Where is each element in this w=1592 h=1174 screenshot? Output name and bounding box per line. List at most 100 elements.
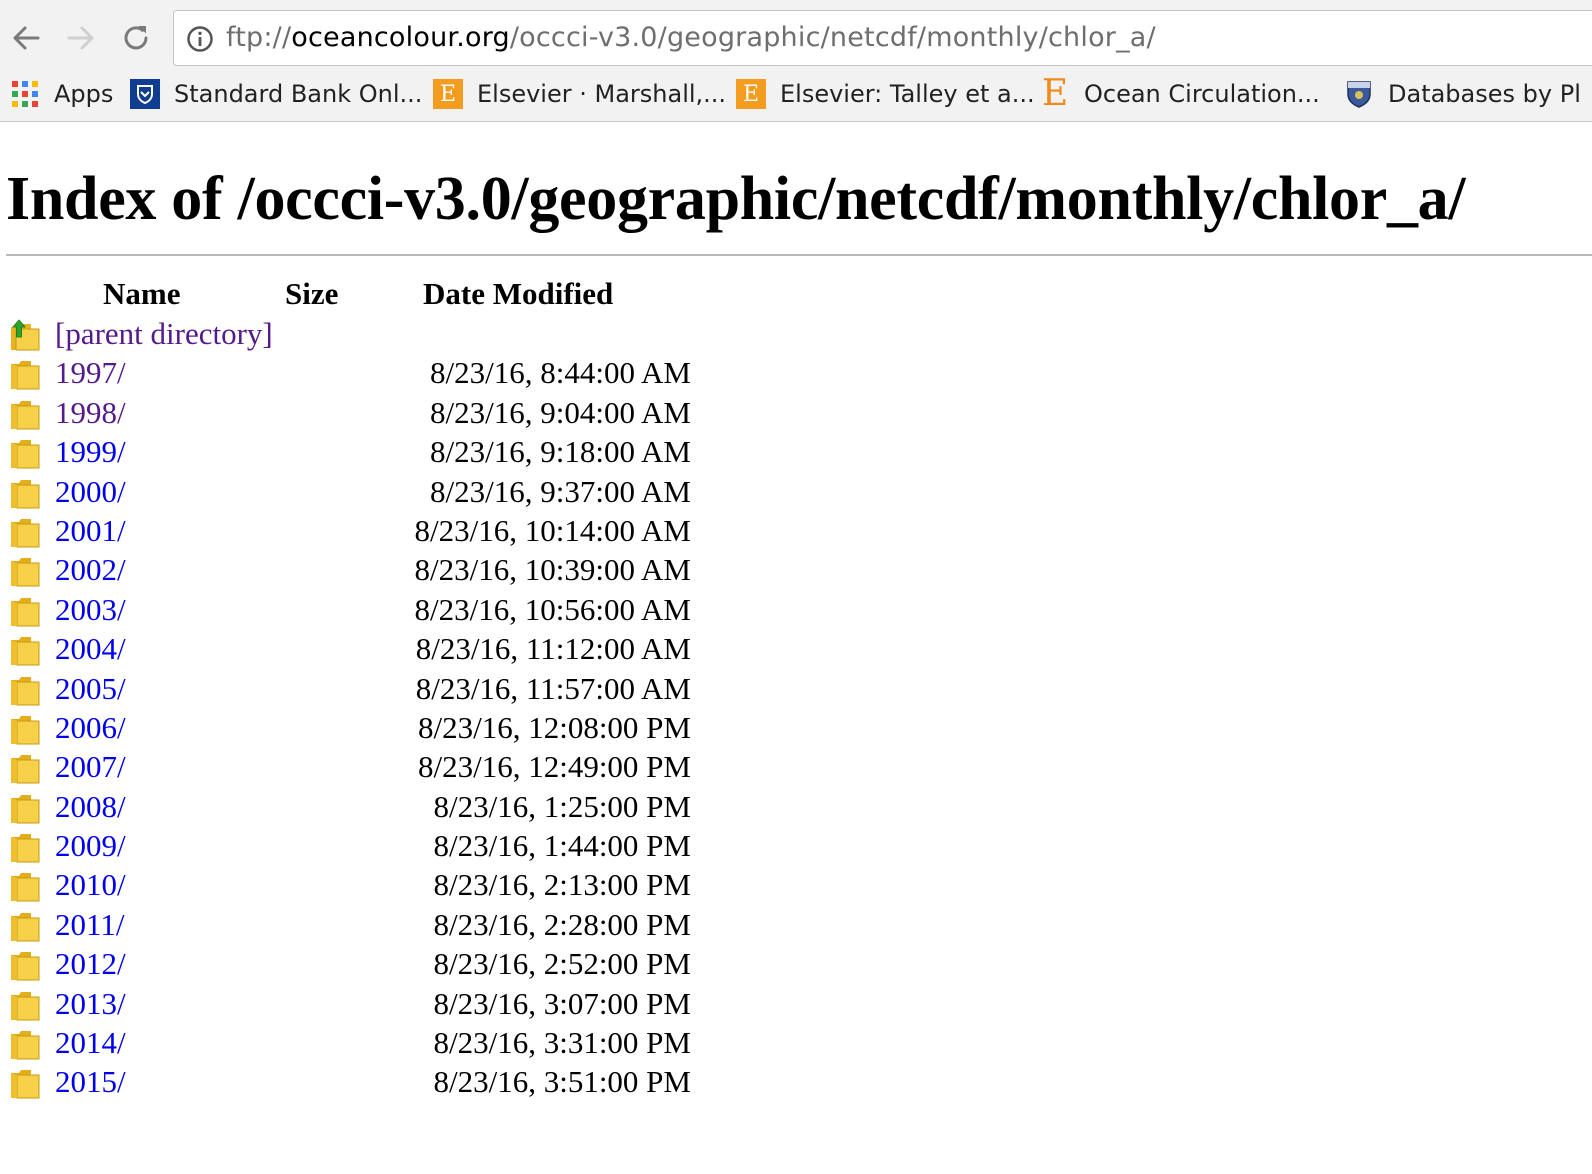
folder-icon[interactable] — [10, 870, 40, 902]
directory-row: 2009/8/23/16, 1:44:00 PM — [0, 827, 760, 866]
directory-link[interactable]: 2002/ — [55, 551, 126, 589]
date-modified: 8/23/16, 10:56:00 AM — [414, 591, 691, 627]
date-modified: 8/23/16, 3:31:00 PM — [433, 1025, 691, 1061]
bookmark-ocean-circulation[interactable]: E Ocean Circulation... — [1039, 76, 1320, 112]
directory-row: 2008/8/23/16, 1:25:00 PM — [0, 788, 760, 827]
bookmark-label: Databases by Pl — [1388, 80, 1581, 108]
folder-icon[interactable] — [10, 555, 40, 587]
bookmark-label: Elsevier: Talley et a... — [780, 80, 1035, 108]
directory-link[interactable]: 1999/ — [55, 433, 126, 471]
directory-row: 2002/8/23/16, 10:39:00 AM — [0, 551, 760, 590]
directory-link[interactable]: 1998/ — [55, 394, 126, 432]
folder-icon[interactable] — [10, 713, 40, 745]
date-modified: 8/23/16, 9:18:00 AM — [430, 434, 691, 470]
reload-button[interactable] — [116, 18, 156, 58]
folder-icon[interactable] — [10, 1028, 40, 1060]
heading-divider — [6, 254, 1592, 256]
directory-link[interactable]: 2006/ — [55, 709, 126, 747]
date-modified: 8/23/16, 8:44:00 AM — [430, 355, 691, 391]
directory-row: 2003/8/23/16, 10:56:00 AM — [0, 591, 760, 630]
date-modified: 8/23/16, 11:12:00 AM — [415, 631, 691, 667]
directory-link[interactable]: 2013/ — [55, 985, 126, 1023]
back-button[interactable] — [6, 18, 46, 58]
directory-link[interactable]: 2003/ — [55, 591, 126, 629]
directory-link[interactable]: 2008/ — [55, 788, 126, 826]
directory-link[interactable]: 2015/ — [55, 1063, 126, 1101]
directory-link[interactable]: 2010/ — [55, 866, 126, 904]
folder-icon[interactable] — [10, 752, 40, 784]
folder-icon[interactable] — [10, 516, 40, 548]
elsevier-e-plain-icon: E — [1041, 73, 1069, 114]
bookmark-databases[interactable]: Databases by Pl — [1343, 76, 1581, 112]
directory-row: 2006/8/23/16, 12:08:00 PM — [0, 709, 760, 748]
folder-icon[interactable] — [10, 634, 40, 666]
address-bar[interactable]: ftp://oceancolour.org/occci-v3.0/geograp… — [173, 10, 1592, 66]
directory-row: 2005/8/23/16, 11:57:00 AM — [0, 670, 760, 709]
column-header-date-modified[interactable]: Date Modified — [423, 276, 613, 312]
reload-icon — [124, 26, 148, 50]
date-modified: 8/23/16, 2:52:00 PM — [433, 946, 691, 982]
date-modified: 8/23/16, 12:08:00 PM — [417, 709, 691, 745]
folder-icon[interactable] — [10, 358, 40, 390]
directory-row: 2014/8/23/16, 3:31:00 PM — [0, 1024, 760, 1063]
folder-icon[interactable] — [10, 595, 40, 627]
folder-icon[interactable] — [10, 674, 40, 706]
directory-link[interactable]: 2011/ — [55, 906, 124, 944]
directory-link[interactable]: 1997/ — [55, 354, 126, 392]
folder-icon[interactable] — [10, 792, 40, 824]
date-modified: 8/23/16, 3:51:00 PM — [433, 1064, 691, 1100]
directory-row: 2000/8/23/16, 9:37:00 AM — [0, 473, 760, 512]
date-modified: 8/23/16, 3:07:00 PM — [433, 985, 691, 1021]
bookmark-label: Ocean Circulation... — [1084, 80, 1320, 108]
directory-link[interactable]: 2007/ — [55, 748, 126, 786]
folder-icon[interactable] — [10, 831, 40, 863]
date-modified: 8/23/16, 1:25:00 PM — [433, 788, 691, 824]
column-header-name[interactable]: Name — [103, 276, 180, 312]
elsevier-e-icon: E — [432, 78, 464, 110]
directory-row: 2013/8/23/16, 3:07:00 PM — [0, 985, 760, 1024]
page-title: Index of /occci-v3.0/geographic/netcdf/m… — [6, 165, 1466, 233]
folder-icon[interactable] — [10, 398, 40, 430]
date-modified: 8/23/16, 10:14:00 AM — [414, 512, 691, 548]
standard-bank-shield-icon — [129, 78, 161, 110]
folder-icon[interactable] — [10, 949, 40, 981]
forward-button[interactable] — [61, 18, 101, 58]
info-icon[interactable] — [186, 25, 214, 53]
directory-link[interactable]: 2005/ — [55, 670, 126, 708]
folder-icon[interactable] — [10, 1067, 40, 1099]
parent-folder-icon[interactable] — [10, 319, 40, 351]
directory-link[interactable]: 2000/ — [55, 473, 126, 511]
column-header-size[interactable]: Size — [285, 276, 338, 312]
bookmarks-bar: Apps Standard Bank Onl... E Elsevier · M… — [0, 70, 1592, 118]
forward-arrow-icon — [67, 26, 94, 50]
directory-link[interactable]: 2012/ — [55, 945, 126, 983]
bookmark-elsevier-marshall[interactable]: E Elsevier · Marshall,... — [432, 76, 726, 112]
bookmark-apps[interactable]: Apps — [9, 76, 113, 112]
directory-row: 2007/8/23/16, 12:49:00 PM — [0, 748, 760, 787]
parent-directory-row: [parent directory] — [0, 315, 760, 354]
bookmark-standard-bank[interactable]: Standard Bank Onl... — [129, 76, 422, 112]
url-scheme: ftp:// — [226, 22, 292, 53]
directory-row: 2010/8/23/16, 2:13:00 PM — [0, 866, 760, 905]
folder-icon[interactable] — [10, 910, 40, 942]
apps-grid-icon — [9, 78, 41, 110]
bookmark-label: Elsevier · Marshall,... — [477, 80, 727, 108]
date-modified: 8/23/16, 11:57:00 AM — [415, 670, 691, 706]
date-modified: 8/23/16, 12:49:00 PM — [417, 749, 691, 785]
parent-directory-link[interactable]: [parent directory] — [55, 315, 273, 353]
directory-listing: [parent directory] 1997/8/23/16, 8:44:00… — [0, 315, 760, 1103]
folder-icon[interactable] — [10, 477, 40, 509]
url-text[interactable]: ftp://oceancolour.org/occci-v3.0/geograp… — [226, 21, 1156, 55]
directory-link[interactable]: 2001/ — [55, 512, 126, 550]
directory-link[interactable]: 2004/ — [55, 630, 126, 668]
date-modified: 8/23/16, 9:04:00 AM — [430, 394, 691, 430]
bookmark-elsevier-talley[interactable]: E Elsevier: Talley et a... — [735, 76, 1035, 112]
directory-link[interactable]: 2009/ — [55, 827, 126, 865]
date-modified: 8/23/16, 2:13:00 PM — [433, 867, 691, 903]
directory-link[interactable]: 2014/ — [55, 1024, 126, 1062]
date-modified: 8/23/16, 1:44:00 PM — [433, 828, 691, 864]
folder-icon[interactable] — [10, 989, 40, 1021]
date-modified: 8/23/16, 10:39:00 AM — [414, 552, 691, 588]
folder-icon[interactable] — [10, 437, 40, 469]
directory-row: 1999/8/23/16, 9:18:00 AM — [0, 433, 760, 472]
